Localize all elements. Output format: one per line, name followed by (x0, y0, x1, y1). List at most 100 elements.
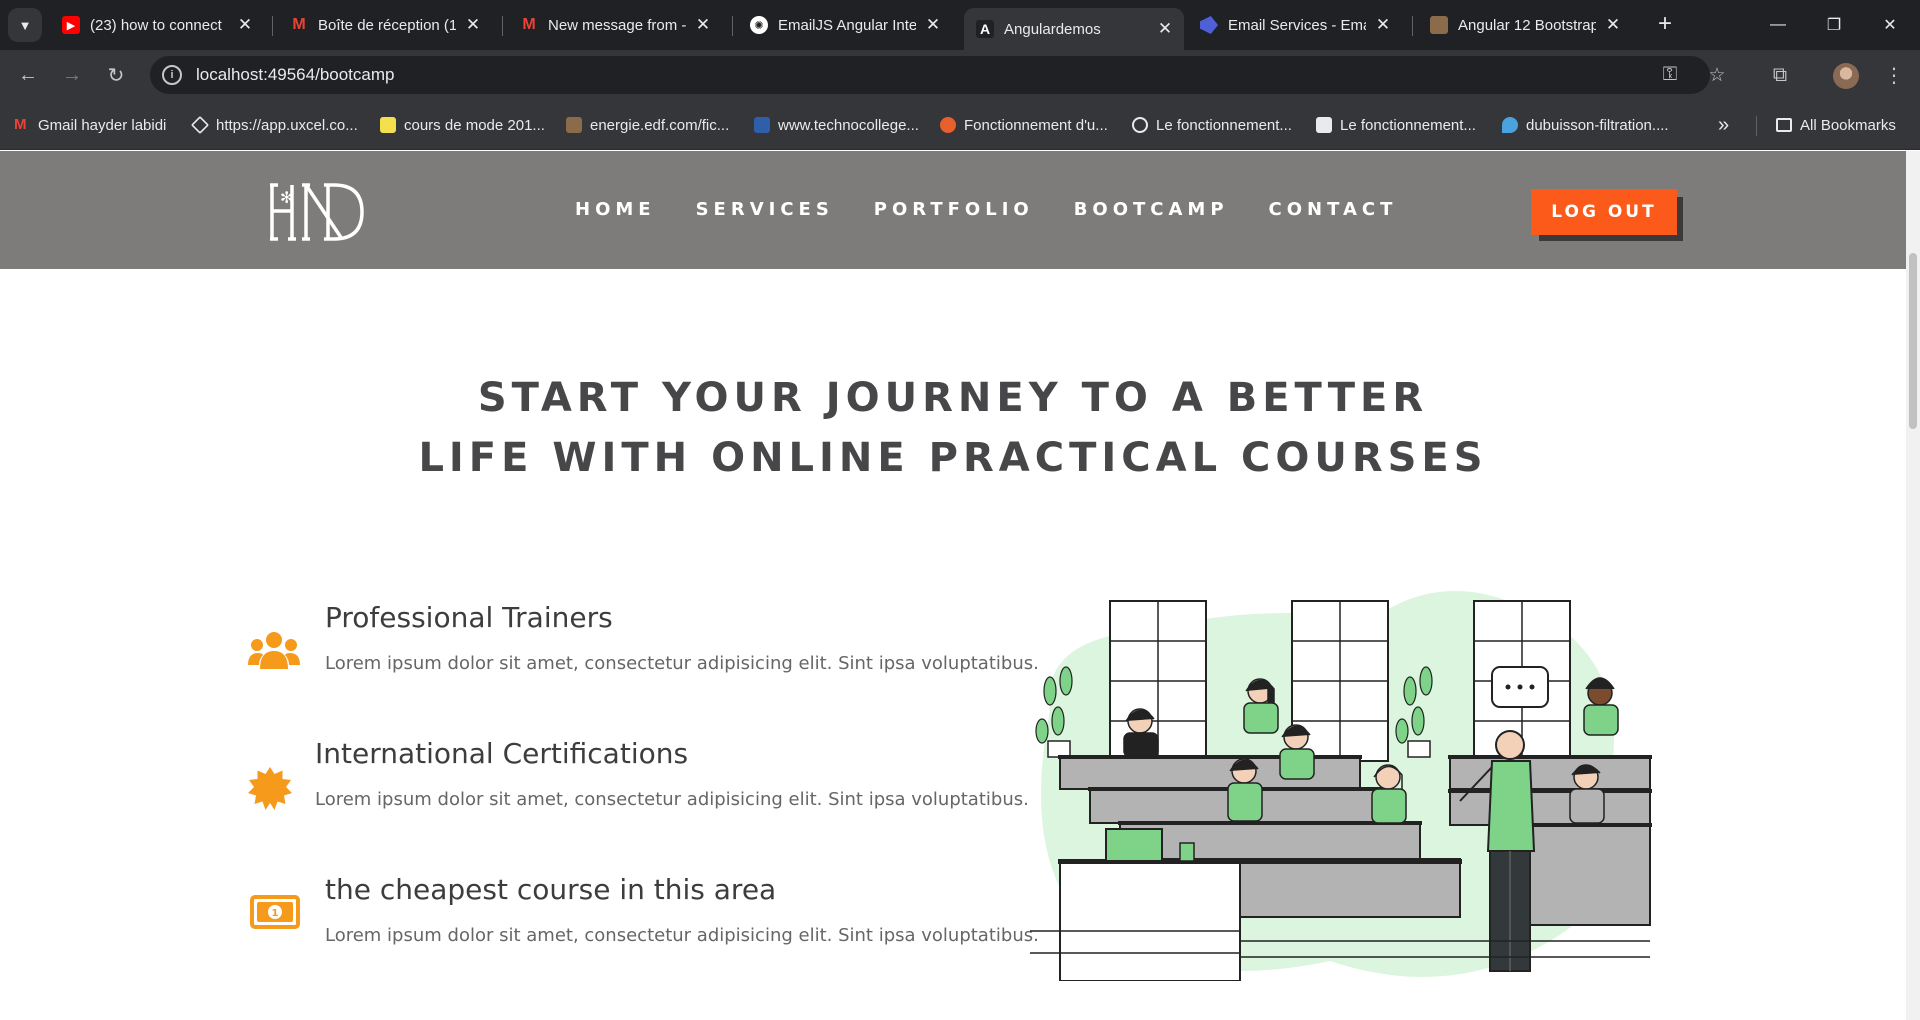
close-icon[interactable]: ✕ (1374, 15, 1392, 35)
back-button[interactable]: ← (12, 59, 44, 91)
chatgpt-icon: ✺ (750, 16, 768, 34)
kebab-menu-icon: ⋮ (1884, 64, 1904, 87)
gmail-icon: M (522, 16, 536, 33)
extensions-button[interactable]: ⧉ (1764, 59, 1796, 91)
minimize-icon: — (1770, 16, 1786, 33)
bookmarks-bar: M Gmail hayder labidi https://app.uxcel.… (0, 100, 1920, 150)
youtube-icon: ▶ (62, 16, 80, 34)
bookmark-technocollege[interactable]: www.technocollege... (754, 114, 919, 136)
close-icon: ✕ (1883, 17, 1897, 34)
bookmark-uxcel[interactable]: https://app.uxcel.co... (190, 114, 358, 136)
bookmark-cours-de-mode[interactable]: cours de mode 201... (380, 114, 545, 136)
emailjs-icon (1200, 16, 1218, 34)
nav-bootcamp[interactable]: BOOTCAMP (1074, 199, 1229, 220)
gmail-icon: M (292, 16, 306, 33)
money-bill-icon: 1 (250, 895, 300, 929)
reload-button[interactable]: ↻ (100, 59, 132, 91)
image-icon (1430, 16, 1448, 34)
minimize-button[interactable]: — (1750, 0, 1806, 50)
tab-separator (272, 16, 273, 36)
folder-icon (1776, 118, 1792, 132)
plus-icon: + (1657, 10, 1672, 37)
restore-button[interactable]: ❐ (1806, 0, 1862, 50)
close-icon[interactable]: ✕ (236, 15, 254, 35)
tab-gmail-message[interactable]: M New message from - ✕ (508, 8, 722, 42)
url-text[interactable]: localhost:49564/bootcamp (196, 65, 394, 85)
image-icon (566, 117, 582, 133)
bookmark-edf[interactable]: energie.edf.com/fic... (566, 114, 729, 136)
bookmark-favicon-icon (1502, 117, 1518, 133)
reload-icon: ↻ (107, 64, 125, 87)
restore-icon: ❐ (1826, 17, 1842, 34)
site-info-icon[interactable]: i (162, 65, 182, 85)
classroom-illustration (1030, 591, 1652, 981)
users-icon (248, 632, 300, 669)
tab-gmail-inbox[interactable]: M Boîte de réception (1 ✕ (278, 8, 492, 42)
main-nav: HOME SERVICES PORTFOLIO BOOTCAMP CONTACT (575, 199, 1437, 220)
feature-title: International Certifications (315, 737, 689, 770)
globe-icon (754, 117, 770, 133)
nav-home[interactable]: HOME (575, 199, 656, 220)
arrow-right-icon: → (62, 63, 82, 86)
svg-text:1: 1 (272, 908, 279, 919)
all-bookmarks-button[interactable]: All Bookmarks (1776, 114, 1896, 136)
nav-contact[interactable]: CONTACT (1269, 199, 1398, 220)
logout-button[interactable]: LOG OUT (1531, 189, 1677, 235)
certificate-icon (248, 767, 292, 810)
key-icon[interactable]: ⚿ (1658, 63, 1682, 87)
angular-icon: A (976, 20, 994, 38)
page-scrollbar[interactable] (1906, 151, 1920, 1020)
browser-toolbar: ← → ↻ i localhost:49564/bootcamp ⚿ ☆ ⧉ ⋮ (0, 50, 1920, 100)
tab-strip: ▼ ▶ (23) how to connect ✕ M Boîte de réc… (0, 0, 1920, 50)
bookmark-gmail[interactable]: M Gmail hayder labidi (14, 114, 166, 136)
scrollbar-thumb[interactable] (1909, 253, 1917, 429)
nav-services[interactable]: SERVICES (696, 199, 834, 220)
hero-title-line-1: START YOUR JOURNEY TO A BETTER (477, 375, 1429, 421)
hero-title-line-2: LIFE WITH ONLINE PRACTICAL COURSES (418, 435, 1488, 481)
page-viewport: ✻ HOME SERVICES PORTFOLIO BOOTCAMP CONTA… (0, 151, 1920, 1020)
gmail-icon: M (14, 116, 27, 133)
new-tab-button[interactable]: + (1650, 10, 1680, 40)
cube-icon (190, 115, 210, 135)
avatar[interactable] (1833, 63, 1859, 89)
close-icon[interactable]: ✕ (694, 15, 712, 35)
close-icon[interactable]: ✕ (924, 15, 942, 35)
close-icon[interactable]: ✕ (464, 15, 482, 35)
address-bar[interactable]: i localhost:49564/bootcamp ⚿ ☆ (150, 56, 1726, 94)
tab-angulardemos[interactable]: A Angulardemos ✕ (964, 8, 1184, 50)
site-logo[interactable]: ✻ (266, 181, 368, 243)
svg-text:✻: ✻ (280, 188, 293, 207)
chevron-down-icon: ▼ (18, 17, 32, 33)
feature-text: Lorem ipsum dolor sit amet, consectetur … (315, 789, 1029, 810)
close-window-button[interactable]: ✕ (1862, 0, 1918, 50)
radio-icon (1132, 117, 1148, 133)
more-bookmarks-button[interactable]: » (1718, 114, 1729, 136)
bookmark-fonctionnement-1[interactable]: Fonctionnement d'u... (940, 114, 1108, 136)
feature-title: Professional Trainers (325, 601, 613, 634)
feature-text: Lorem ipsum dolor sit amet, consectetur … (325, 925, 1039, 946)
tab-email-services[interactable]: Email Services - Emai ✕ (1188, 8, 1402, 42)
tab-youtube[interactable]: ▶ (23) how to connect ✕ (50, 8, 264, 42)
tab-separator (732, 16, 733, 36)
bookmark-dubuisson[interactable]: dubuisson-filtration.... (1502, 114, 1669, 136)
star-icon[interactable]: ☆ (1705, 63, 1729, 87)
tab-separator (502, 16, 503, 36)
chevron-double-right-icon: » (1718, 113, 1730, 136)
close-icon[interactable]: ✕ (1604, 15, 1622, 35)
arrow-left-icon: ← (18, 63, 38, 86)
logout-button-wrapper: LOG OUT (1531, 189, 1683, 241)
bookmark-fonctionnement-2[interactable]: Le fonctionnement... (1132, 114, 1292, 136)
menu-button[interactable]: ⋮ (1878, 59, 1910, 91)
bookmark-fonctionnement-3[interactable]: Le fonctionnement... (1316, 114, 1476, 136)
close-icon[interactable]: ✕ (1156, 19, 1174, 39)
puzzle-icon: ⧉ (1772, 63, 1788, 86)
tab-search-button[interactable]: ▼ (8, 8, 42, 42)
forward-button[interactable]: → (56, 59, 88, 91)
bookmark-favicon-icon (1316, 117, 1332, 133)
nav-portfolio[interactable]: PORTFOLIO (874, 199, 1034, 220)
bookmark-favicon-icon (940, 117, 956, 133)
feature-text: Lorem ipsum dolor sit amet, consectetur … (325, 653, 1039, 674)
tab-angular-bootstrap[interactable]: Angular 12 Bootstrap ✕ (1418, 8, 1632, 42)
tab-emailjs-integration[interactable]: ✺ EmailJS Angular Integ ✕ (738, 8, 952, 42)
feature-title: the cheapest course in this area (325, 873, 777, 906)
